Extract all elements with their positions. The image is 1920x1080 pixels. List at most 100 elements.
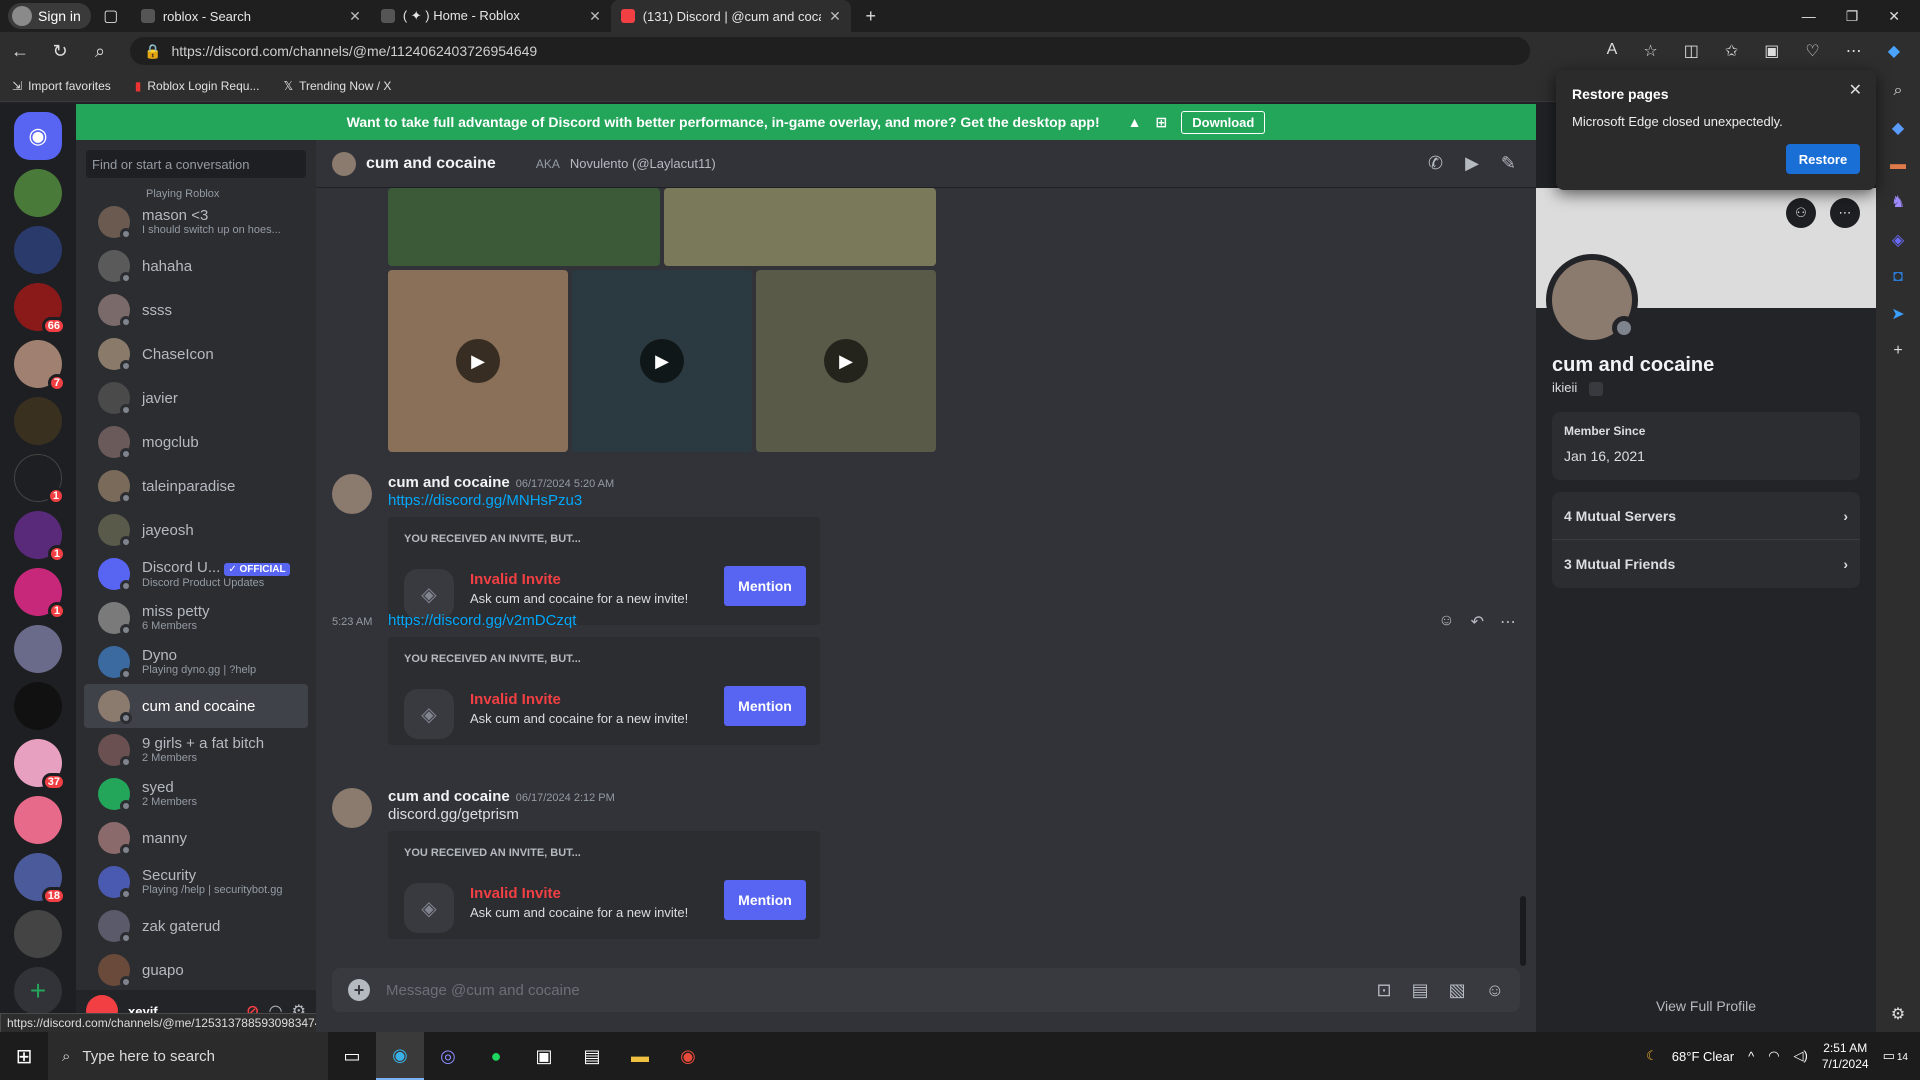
search-icon[interactable]: ⌕ bbox=[1894, 82, 1903, 100]
download-button[interactable]: Download bbox=[1181, 110, 1266, 134]
dm-item[interactable]: mason <3 I should switch up on hoes... bbox=[84, 200, 308, 244]
pin-icon[interactable]: ✎ bbox=[1501, 153, 1516, 174]
chat-scrollbar[interactable] bbox=[1520, 896, 1526, 966]
server-icon[interactable]: 1 bbox=[14, 454, 65, 505]
tab-actions-icon[interactable]: ▢ bbox=[91, 6, 131, 26]
server-icon[interactable]: 18 bbox=[14, 853, 66, 905]
server-icon[interactable] bbox=[14, 796, 62, 844]
tab-roblox-home[interactable]: ( ✦ ) Home - Roblox ✕ bbox=[371, 0, 611, 32]
video-thumbnail[interactable]: ▶ bbox=[756, 270, 936, 452]
more-icon[interactable]: ⋯ bbox=[1846, 41, 1862, 61]
file-explorer-icon[interactable]: ▬ bbox=[616, 1032, 664, 1080]
settings-icon[interactable]: ⚙ bbox=[1891, 1004, 1905, 1032]
favorite-roblox-login[interactable]: ▮ Roblox Login Requ... bbox=[135, 79, 260, 93]
chrome-app-icon[interactable]: ◉ bbox=[664, 1032, 712, 1080]
restore-button[interactable]: Restore bbox=[1786, 144, 1860, 174]
performance-icon[interactable]: ♡ bbox=[1805, 41, 1819, 61]
favorite-trending[interactable]: 𝕏 Trending Now / X bbox=[283, 79, 391, 93]
dm-item[interactable]: miss petty 6 Members bbox=[84, 596, 308, 640]
discord-home-icon[interactable]: ◉ bbox=[14, 112, 62, 160]
add-server-icon[interactable]: + bbox=[14, 967, 62, 1015]
notification-icon[interactable]: ▭ 14 bbox=[1883, 1048, 1908, 1064]
collections-icon[interactable]: ▣ bbox=[1764, 41, 1779, 61]
call-icon[interactable]: ✆ bbox=[1428, 153, 1443, 174]
weather-widget[interactable]: 68°F Clear bbox=[1672, 1049, 1734, 1064]
close-icon[interactable]: ✕ bbox=[1849, 80, 1862, 100]
games-icon[interactable]: ♞ bbox=[1891, 192, 1905, 212]
dm-search-input[interactable]: Find or start a conversation bbox=[86, 150, 306, 178]
play-icon[interactable]: ▶ bbox=[824, 339, 868, 383]
dm-item[interactable]: Dyno Playing dyno.gg | ?help bbox=[84, 640, 308, 684]
server-icon[interactable] bbox=[14, 397, 62, 445]
mutual-servers-row[interactable]: 4 Mutual Servers › bbox=[1552, 492, 1860, 540]
spotify-app-icon[interactable]: ● bbox=[472, 1032, 520, 1080]
minimize-icon[interactable]: — bbox=[1802, 8, 1816, 25]
taskbar-search[interactable]: ⌕ Type here to search bbox=[48, 1032, 328, 1080]
dm-item[interactable]: guapo bbox=[84, 948, 308, 992]
play-icon[interactable]: ▶ bbox=[640, 339, 684, 383]
server-icon[interactable] bbox=[14, 169, 62, 217]
tools-icon[interactable]: ▬ bbox=[1890, 156, 1906, 174]
mention-button[interactable]: Mention bbox=[724, 880, 806, 920]
copilot-icon[interactable]: ◆ bbox=[1888, 41, 1900, 61]
video-thumbnail[interactable]: ▶ bbox=[388, 270, 568, 452]
refresh-icon[interactable]: ↻ bbox=[40, 41, 80, 62]
dm-item[interactable]: ssss bbox=[84, 288, 308, 332]
invite-link[interactable]: https://discord.gg/v2mDCzqt bbox=[388, 612, 1512, 629]
favorite-import[interactable]: ⇲ Import favorites bbox=[12, 79, 111, 93]
media-thumbnail[interactable] bbox=[664, 188, 936, 266]
send-icon[interactable]: ➤ bbox=[1891, 304, 1904, 324]
mention-button[interactable]: Mention bbox=[724, 686, 806, 726]
gift-icon[interactable]: ⊡ bbox=[1376, 980, 1391, 1001]
sticker-icon[interactable]: ▧ bbox=[1449, 980, 1466, 1001]
dm-item[interactable]: zak gaterud bbox=[84, 904, 308, 948]
server-icon[interactable] bbox=[14, 682, 62, 730]
close-tab-icon[interactable]: ✕ bbox=[589, 8, 601, 25]
app-icon[interactable]: ▣ bbox=[520, 1032, 568, 1080]
tag-icon[interactable]: ◆ bbox=[1892, 118, 1904, 138]
favorite-star-icon[interactable]: ☆ bbox=[1643, 41, 1657, 61]
play-icon[interactable]: ▶ bbox=[456, 339, 500, 383]
search-icon[interactable]: ⌕ bbox=[80, 41, 120, 62]
invite-link[interactable]: https://discord.gg/MNHsPzu3 bbox=[388, 492, 1512, 509]
close-tab-icon[interactable]: ✕ bbox=[349, 8, 361, 25]
media-thumbnail[interactable] bbox=[388, 188, 660, 266]
server-icon[interactable]: 1 bbox=[14, 568, 66, 620]
server-icon[interactable]: 37 bbox=[14, 739, 66, 791]
edge-app-icon[interactable]: ◉ bbox=[376, 1032, 424, 1080]
split-screen-icon[interactable]: ◫ bbox=[1684, 41, 1699, 61]
dm-item[interactable]: hahaha bbox=[84, 244, 308, 288]
dm-item[interactable]: jayeosh bbox=[84, 508, 308, 552]
add-friend-icon[interactable]: ⚇ bbox=[1786, 198, 1816, 228]
dm-item[interactable]: ChaseIcon bbox=[84, 332, 308, 376]
view-full-profile-link[interactable]: View Full Profile bbox=[1536, 998, 1876, 1014]
add-icon[interactable]: + bbox=[1893, 342, 1902, 360]
server-icon[interactable] bbox=[14, 910, 62, 958]
more-icon[interactable]: ⋯ bbox=[1830, 198, 1860, 228]
discord-app-icon[interactable]: ◎ bbox=[424, 1032, 472, 1080]
dm-item[interactable]: 9 girls + a fat bitch 2 Members bbox=[84, 728, 308, 772]
attach-icon[interactable]: + bbox=[348, 979, 370, 1001]
server-icon[interactable] bbox=[14, 226, 62, 274]
app-icon[interactable]: ▤ bbox=[568, 1032, 616, 1080]
avatar[interactable] bbox=[332, 788, 372, 828]
message-input[interactable]: Message @cum and cocaine bbox=[386, 982, 580, 999]
close-window-icon[interactable]: ✕ bbox=[1888, 8, 1900, 25]
dm-item[interactable]: Discord U... ✓ OFFICIAL Discord Product Up… bbox=[84, 552, 308, 596]
volume-icon[interactable]: ◁) bbox=[1794, 1048, 1808, 1064]
tab-discord[interactable]: (131) Discord | @cum and cocaine✕ bbox=[610, 0, 851, 32]
tab-roblox-search[interactable]: roblox - Search ✕ bbox=[131, 0, 371, 32]
server-icon[interactable] bbox=[14, 625, 62, 673]
task-view-icon[interactable]: ▭ bbox=[328, 1032, 376, 1080]
start-windows-icon[interactable]: ⊞ bbox=[0, 1044, 48, 1069]
new-tab-icon[interactable]: + bbox=[851, 6, 891, 27]
network-icon[interactable]: ◠ bbox=[1768, 1048, 1779, 1064]
back-icon[interactable]: ← bbox=[0, 41, 40, 62]
video-call-icon[interactable]: ▶ bbox=[1465, 153, 1479, 174]
dm-item[interactable]: Security Playing /help | securitybot.gg bbox=[84, 860, 308, 904]
server-icon[interactable]: 66 bbox=[14, 283, 66, 335]
url-field[interactable]: 🔒 https://discord.com/channels/@me/112406… bbox=[130, 37, 1530, 65]
server-icon[interactable]: 7 bbox=[14, 340, 66, 392]
emoji-icon[interactable]: ☺ bbox=[1486, 980, 1504, 1001]
chevron-up-icon[interactable]: ^ bbox=[1748, 1049, 1754, 1064]
